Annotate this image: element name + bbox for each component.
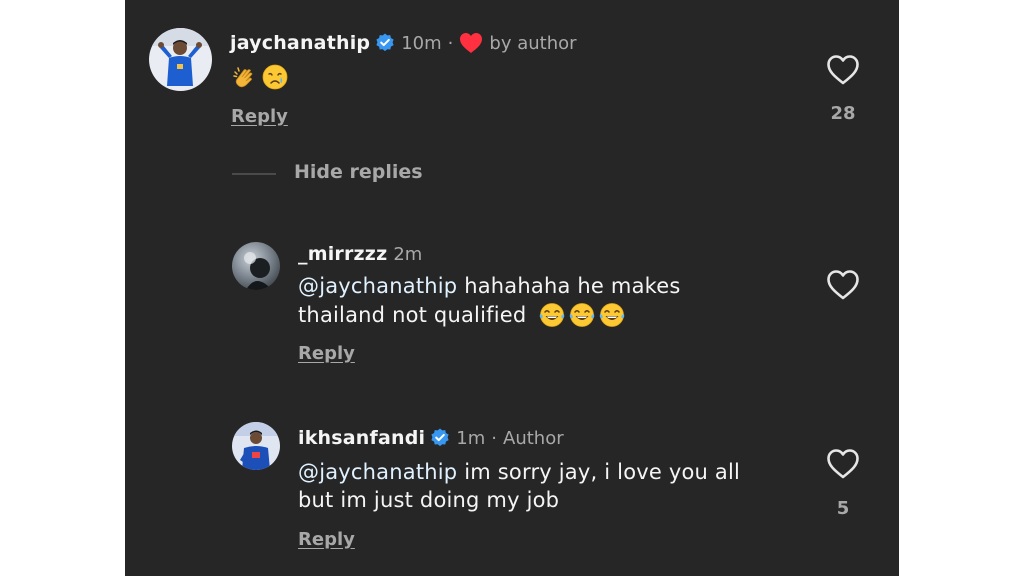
comment-text: @jaychanathip im sorry jay, i love you a… bbox=[298, 458, 740, 514]
comment-body: hahahaha he makes bbox=[457, 274, 681, 298]
avatar[interactable] bbox=[232, 242, 280, 290]
comment-text: @jaychanathip hahahaha he makes thailand… bbox=[298, 272, 681, 329]
username[interactable]: jaychanathip bbox=[230, 32, 370, 54]
liked-by-author-label: by author bbox=[489, 32, 577, 54]
avatar-ikhsanfandi-icon bbox=[232, 422, 280, 470]
username[interactable]: ikhsanfandi bbox=[298, 427, 425, 449]
avatar-jaychanathip-icon bbox=[149, 28, 212, 91]
comments-panel: jaychanathip 10m · by author Reply 28 Hi… bbox=[125, 0, 899, 576]
tears-of-joy-icon bbox=[599, 302, 625, 328]
heart-outline-icon bbox=[827, 55, 859, 85]
separator-dot: · bbox=[447, 32, 454, 54]
heart-outline-icon bbox=[827, 270, 859, 300]
comment-line-2: but im just doing my job bbox=[298, 486, 740, 514]
mention-link[interactable]: @jaychanathip bbox=[298, 460, 457, 484]
comment-line-1: @jaychanathip hahahaha he makes bbox=[298, 272, 681, 300]
comment-text bbox=[232, 63, 292, 91]
mention-link[interactable]: @jaychanathip bbox=[298, 274, 457, 298]
tears-of-joy-icon bbox=[539, 302, 565, 328]
avatar-mirrzzz-icon bbox=[232, 242, 280, 290]
comment-line-1: @jaychanathip im sorry jay, i love you a… bbox=[298, 458, 740, 486]
comment-line-2: thailand not qualified bbox=[298, 301, 681, 329]
comment-body: but im just doing my job bbox=[298, 488, 560, 512]
like-count: 28 bbox=[830, 103, 856, 124]
author-label: Author bbox=[503, 427, 564, 449]
avatar[interactable] bbox=[149, 28, 212, 91]
comment-header: ikhsanfandi 1m · Author bbox=[298, 424, 564, 452]
comment-time: 10m bbox=[401, 32, 442, 54]
like-button[interactable] bbox=[826, 269, 860, 301]
avatar[interactable] bbox=[232, 422, 280, 470]
like-count: 5 bbox=[836, 498, 850, 519]
comment-header: _mirrzzz 2m bbox=[298, 240, 422, 268]
reply-button[interactable]: Reply bbox=[298, 529, 355, 550]
comment-header: jaychanathip 10m · by author bbox=[230, 29, 577, 57]
clapping-hands-icon bbox=[232, 64, 258, 90]
separator-dot: · bbox=[491, 427, 497, 449]
thread-divider bbox=[232, 173, 276, 175]
hide-replies-button[interactable]: Hide replies bbox=[294, 161, 423, 183]
reply-button[interactable]: Reply bbox=[231, 106, 288, 127]
reply-button[interactable]: Reply bbox=[298, 343, 355, 364]
like-button[interactable] bbox=[826, 54, 860, 86]
comment-time: 1m bbox=[456, 427, 486, 449]
heart-filled-icon bbox=[459, 32, 483, 54]
tears-of-joy-icon bbox=[569, 302, 595, 328]
comment-time: 2m bbox=[393, 243, 423, 265]
like-button[interactable] bbox=[826, 448, 860, 480]
crying-face-icon bbox=[262, 64, 288, 90]
heart-outline-icon bbox=[827, 449, 859, 479]
comment-body: im sorry jay, i love you all bbox=[457, 460, 741, 484]
verified-badge-icon bbox=[375, 33, 395, 53]
username[interactable]: _mirrzzz bbox=[298, 243, 387, 265]
verified-badge-icon bbox=[430, 428, 450, 448]
comment-body: thailand not qualified bbox=[298, 303, 527, 327]
